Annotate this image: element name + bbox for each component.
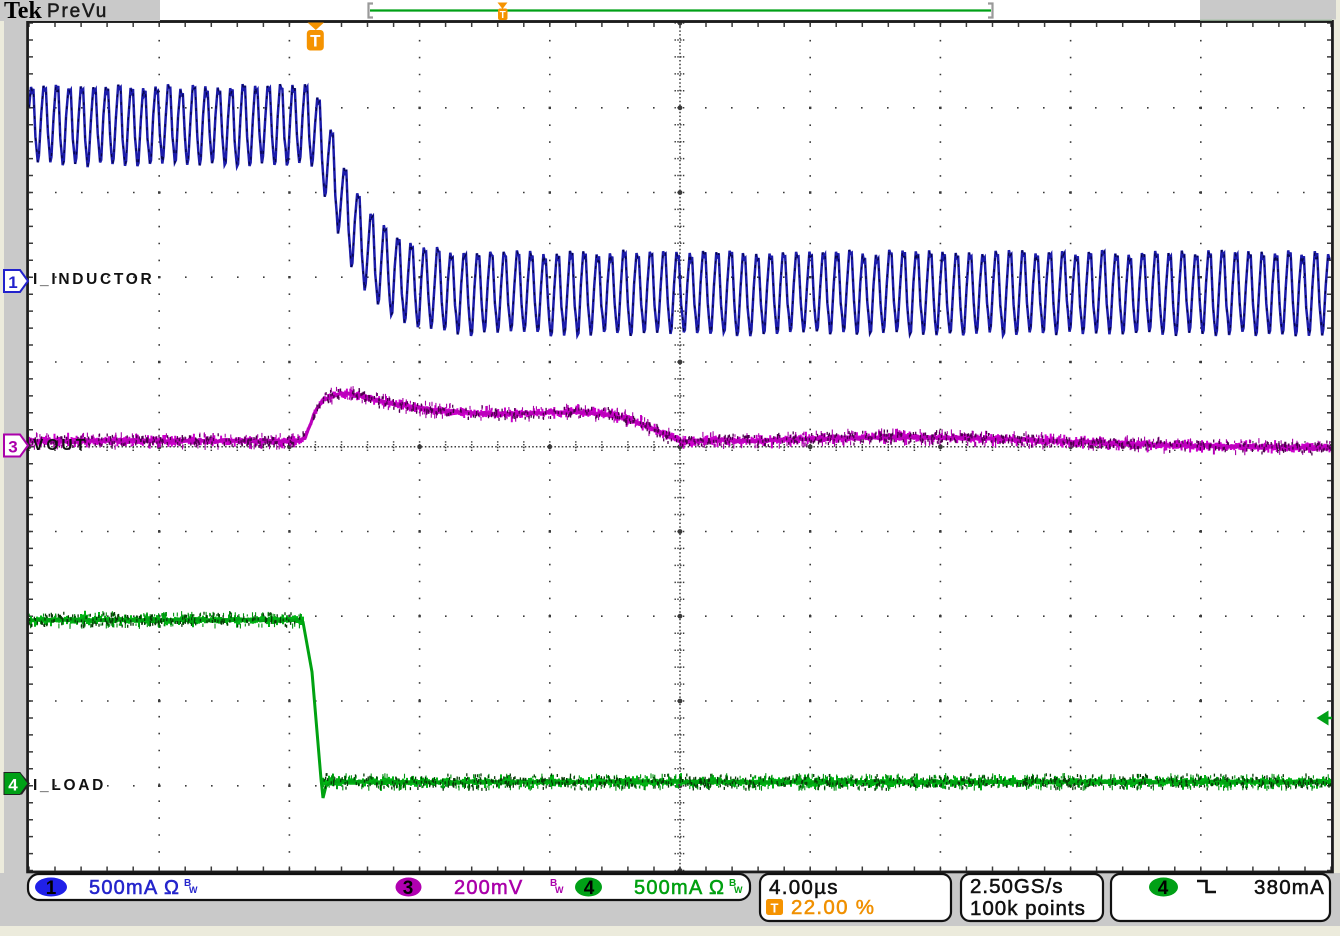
svg-text:Tek: Tek [4, 0, 42, 24]
svg-text:T: T [500, 10, 506, 21]
svg-text:2.50GS/s: 2.50GS/s [970, 875, 1063, 898]
svg-text:200mV: 200mV [454, 877, 523, 899]
svg-text:VOUT: VOUT [33, 437, 88, 454]
svg-text:100k points: 100k points [970, 897, 1086, 920]
svg-text:4: 4 [8, 776, 18, 795]
svg-text:500mA Ω: 500mA Ω [89, 877, 180, 899]
svg-text:I_LOAD: I_LOAD [33, 777, 106, 794]
svg-text:4: 4 [584, 878, 595, 899]
svg-text:T: T [771, 901, 779, 916]
svg-text:3: 3 [8, 438, 17, 457]
svg-text:PreVu: PreVu [47, 1, 108, 22]
svg-text:3: 3 [403, 878, 414, 899]
svg-text:T: T [310, 32, 321, 51]
svg-text:I_INDUCTOR: I_INDUCTOR [33, 271, 154, 288]
svg-text:W: W [734, 885, 743, 895]
svg-text:W: W [189, 885, 198, 895]
svg-text:500mA Ω: 500mA Ω [634, 877, 725, 899]
svg-text:22.00 %: 22.00 % [791, 896, 875, 919]
svg-text:380mA: 380mA [1254, 876, 1325, 899]
svg-text:1: 1 [46, 878, 57, 899]
svg-text:W: W [555, 885, 564, 895]
svg-text:1: 1 [8, 273, 17, 292]
svg-text:4: 4 [1158, 878, 1169, 899]
